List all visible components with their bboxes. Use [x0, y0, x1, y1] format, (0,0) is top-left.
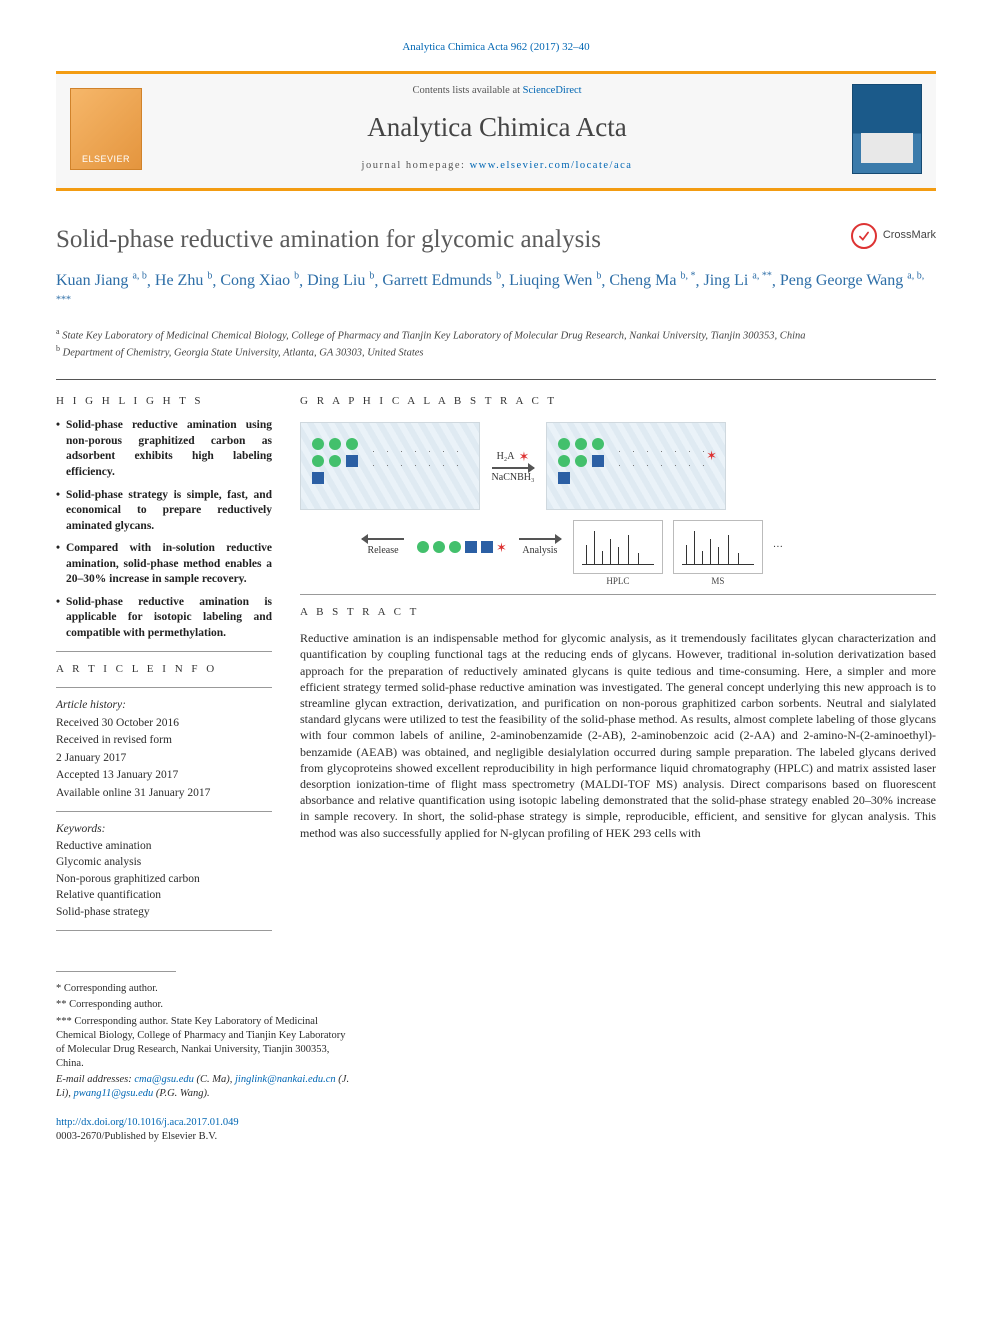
divider — [300, 594, 936, 595]
graphical-abstract-figure: H₂A ✶ NaCNBH₃ ✶ — [300, 418, 936, 584]
keyword: Solid-phase strategy — [56, 905, 272, 921]
article-history-label: Article history: — [56, 698, 272, 714]
homepage-prefix: journal homepage: — [362, 160, 470, 171]
author: Jing Li a, ** — [703, 272, 771, 289]
ga-reagent-top: H₂A — [497, 450, 515, 464]
keyword: Non-porous graphitized carbon — [56, 872, 272, 888]
article-title: Solid-phase reductive amination for glyc… — [56, 223, 936, 257]
author: He Zhu b — [155, 272, 212, 289]
divider — [56, 651, 272, 652]
emails-line: E-mail addresses: cma@gsu.edu (C. Ma), j… — [56, 1073, 356, 1101]
footnote-3: *** Corresponding author. State Key Labo… — [56, 1015, 356, 1072]
top-citation-link[interactable]: Analytica Chimica Acta 962 (2017) 32–40 — [402, 41, 589, 53]
author: Kuan Jiang a, b — [56, 272, 147, 289]
affiliation: b Department of Chemistry, Georgia State… — [56, 344, 936, 361]
sciencedirect-link[interactable]: ScienceDirect — [523, 85, 582, 96]
keyword: Relative quantification — [56, 888, 272, 904]
article-info-line: 2 January 2017 — [56, 751, 272, 767]
highlights-list: Solid-phase reductive amination using no… — [56, 418, 272, 641]
top-citation-line: Analytica Chimica Acta 962 (2017) 32–40 — [56, 40, 936, 55]
journal-banner: ELSEVIER Contents lists available at Sci… — [56, 71, 936, 191]
article-info-line: Received in revised form — [56, 733, 272, 749]
ga-free-glycan: ✶ — [416, 539, 507, 557]
highlights-heading: H I G H L I G H T S — [56, 394, 272, 409]
keywords-label: Keywords: — [56, 822, 272, 838]
crossmark-icon — [851, 223, 877, 249]
ga-panel-left — [300, 422, 480, 510]
journal-cover-thumbnail — [852, 84, 922, 174]
left-sidebar: H I G H L I G H T S Solid-phase reductiv… — [56, 394, 272, 942]
journal-homepage-link[interactable]: www.elsevier.com/locate/aca — [470, 160, 633, 171]
email-link[interactable]: jinglink@nankai.edu.cn — [235, 1074, 336, 1085]
highlight-item: Solid-phase reductive amination is appli… — [56, 595, 272, 642]
star-icon: ✶ — [496, 539, 507, 557]
ga-reagent-bottom: NaCNBH₃ — [492, 471, 535, 485]
keyword: Glycomic analysis — [56, 855, 272, 871]
article-info-line: Available online 31 January 2017 — [56, 786, 272, 802]
banner-center: Contents lists available at ScienceDirec… — [158, 84, 836, 173]
contents-prefix: Contents lists available at — [412, 85, 522, 96]
email-who: (P.G. Wang). — [156, 1088, 210, 1099]
divider — [56, 930, 272, 931]
divider — [56, 971, 176, 972]
email-link[interactable]: cma@gsu.edu — [134, 1074, 194, 1085]
ga-release-label: Release — [367, 544, 398, 558]
ga-spectrum-ms: MS — [673, 520, 763, 574]
crossmark-label: CrossMark — [883, 228, 936, 243]
elsevier-logo: ELSEVIER — [70, 88, 142, 170]
footnote-1: * Corresponding author. — [56, 982, 356, 996]
divider — [56, 379, 936, 380]
issn-line: 0003-2670/Published by Elsevier B.V. — [56, 1131, 217, 1142]
author-list: Kuan Jiang a, b, He Zhu b, Cong Xiao b, … — [56, 269, 936, 318]
graphical-abstract-heading: G R A P H I C A L A B S T R A C T — [300, 394, 936, 409]
ga-analysis-label: Analysis — [522, 544, 557, 558]
emails-label: E-mail addresses: — [56, 1074, 132, 1085]
doi-link[interactable]: http://dx.doi.org/10.1016/j.aca.2017.01.… — [56, 1117, 239, 1128]
email-link[interactable]: pwang11@gsu.edu — [74, 1088, 154, 1099]
article-info-line: Accepted 13 January 2017 — [56, 768, 272, 784]
ga-panel-right: ✶ — [546, 422, 726, 510]
author: Garrett Edmunds b — [382, 272, 501, 289]
article-info: Article history: Received 30 October 201… — [56, 698, 272, 801]
footnote-3-prefix: *** Corresponding author. — [56, 1016, 171, 1027]
highlight-item: Solid-phase strategy is simple, fast, an… — [56, 488, 272, 535]
affiliation: a State Key Laboratory of Medicinal Chem… — [56, 327, 936, 344]
journal-homepage-line: journal homepage: www.elsevier.com/locat… — [158, 159, 836, 173]
contents-lists-line: Contents lists available at ScienceDirec… — [158, 84, 836, 98]
article-info-heading: A R T I C L E I N F O — [56, 662, 272, 677]
arrow-right-icon — [492, 467, 534, 469]
email-who: (C. Ma) — [197, 1074, 230, 1085]
highlight-item: Solid-phase reductive amination using no… — [56, 418, 272, 480]
article-info-line: Received 30 October 2016 — [56, 716, 272, 732]
ga-spectrum-ms-label: MS — [674, 575, 762, 587]
crossmark-badge-block[interactable]: CrossMark — [851, 223, 936, 249]
doi-block: http://dx.doi.org/10.1016/j.aca.2017.01.… — [56, 1116, 936, 1144]
divider — [56, 687, 272, 688]
affiliations: a State Key Laboratory of Medicinal Chem… — [56, 327, 936, 360]
abstract-heading: A B S T R A C T — [300, 605, 936, 620]
elsevier-logo-label: ELSEVIER — [82, 153, 130, 165]
ga-spectrum-hplc: HPLC — [573, 520, 663, 574]
footnotes-block: * Corresponding author. ** Corresponding… — [56, 971, 356, 1101]
author: Liuqing Wen b — [509, 272, 601, 289]
journal-name: Analytica Chimica Acta — [158, 109, 836, 145]
ga-spectrum-hplc-label: HPLC — [574, 575, 662, 587]
arrow-left-icon — [362, 538, 404, 540]
arrow-right-icon — [519, 538, 561, 540]
keyword: Reductive amination — [56, 839, 272, 855]
author: Ding Liu b — [307, 272, 374, 289]
divider — [56, 811, 272, 812]
author: Cong Xiao b — [220, 272, 299, 289]
ga-ellipsis: ··· — [773, 541, 783, 555]
abstract-text: Reductive amination is an indispensable … — [300, 630, 936, 840]
highlight-item: Compared with in-solution reductive amin… — [56, 541, 272, 588]
keywords-block: Keywords: Reductive aminationGlycomic an… — [56, 822, 272, 920]
author: Cheng Ma b, * — [609, 272, 695, 289]
main-column: G R A P H I C A L A B S T R A C T H₂A ✶ — [300, 394, 936, 841]
footnote-2: ** Corresponding author. — [56, 998, 356, 1012]
star-icon: ✶ — [706, 447, 717, 465]
